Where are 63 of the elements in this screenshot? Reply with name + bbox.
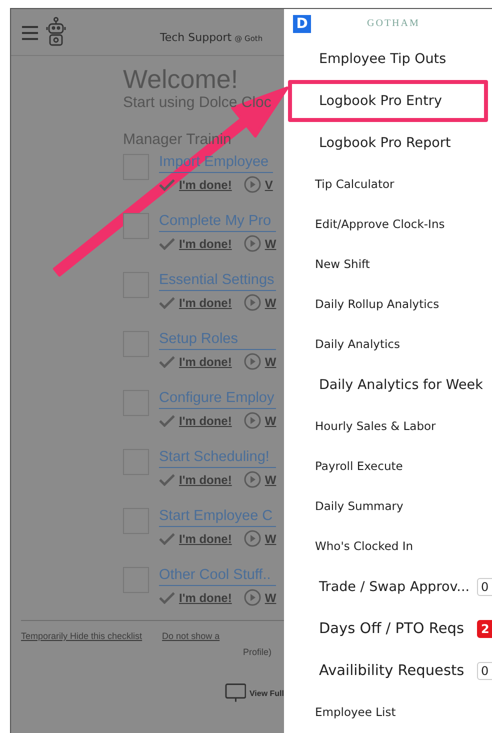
menu-item[interactable]: Trade / Swap Approv... 0: [284, 566, 492, 608]
menu-item[interactable]: Tip Calculator: [284, 164, 492, 204]
menu-item[interactable]: Logbook Pro Report: [284, 122, 492, 164]
play-icon: [244, 176, 261, 193]
menu-item[interactable]: Who's Clocked In: [284, 526, 492, 566]
menu-item[interactable]: Daily Rollup Analytics: [284, 284, 492, 324]
check-icon: [159, 356, 175, 368]
count-badge: 0: [477, 662, 492, 680]
view-full-site-link[interactable]: View Full: [249, 688, 284, 698]
profile-note: Profile): [243, 647, 273, 657]
dont-show-link[interactable]: Do not show a: [162, 631, 220, 641]
checkbox[interactable]: [123, 213, 149, 239]
play-icon: [244, 589, 261, 606]
play-icon: [244, 353, 261, 370]
video-link[interactable]: W: [264, 414, 276, 428]
done-link[interactable]: I'm done!: [179, 354, 232, 368]
done-link[interactable]: I'm done!: [179, 472, 232, 486]
done-link[interactable]: I'm done!: [179, 178, 232, 192]
check-icon: [159, 532, 175, 544]
user-name: Tech Support: [160, 30, 232, 44]
done-link[interactable]: I'm done!: [179, 590, 232, 604]
done-link[interactable]: I'm done!: [179, 296, 232, 310]
menu-item[interactable]: Employee List: [284, 692, 492, 732]
done-link[interactable]: I'm done!: [179, 236, 232, 250]
check-icon: [159, 592, 175, 604]
check-icon: [159, 178, 175, 190]
monitor-icon: [225, 683, 246, 703]
brand-logo: GOTHAM: [367, 18, 420, 29]
play-icon: [244, 471, 261, 488]
menu-item[interactable]: Hourly Sales & Labor: [284, 406, 492, 446]
video-link[interactable]: W: [264, 354, 276, 368]
highlighted-menu-item[interactable]: Logbook Pro Entry: [288, 80, 488, 122]
menu-icon[interactable]: [21, 25, 39, 41]
count-badge: 2: [477, 620, 492, 638]
check-icon: [159, 474, 175, 486]
count-badge: 0: [477, 578, 492, 596]
app-logo: D: [293, 14, 311, 32]
menu-item[interactable]: Days Off / PTO Reqs 2: [284, 608, 492, 650]
menu-item[interactable]: Daily Analytics: [284, 324, 492, 364]
done-link[interactable]: I'm done!: [179, 532, 232, 546]
check-icon: [159, 296, 175, 308]
video-link[interactable]: W: [264, 532, 276, 546]
play-icon: [244, 235, 261, 252]
video-link[interactable]: V: [264, 178, 273, 192]
video-link[interactable]: W: [264, 296, 276, 310]
play-icon: [244, 294, 261, 311]
done-link[interactable]: I'm done!: [179, 414, 232, 428]
menu-item[interactable]: New Shift: [284, 244, 492, 284]
menu-item[interactable]: Availibility Requests 0: [284, 650, 492, 692]
play-icon: [244, 530, 261, 547]
video-link[interactable]: W: [264, 236, 276, 250]
check-icon: [159, 238, 175, 250]
video-link[interactable]: W: [264, 472, 276, 486]
menu-item[interactable]: Payroll Execute: [284, 446, 492, 486]
hide-checklist-link[interactable]: Temporarily Hide this checklist: [21, 631, 142, 641]
menu-item[interactable]: Daily Analytics for Week: [284, 364, 492, 406]
menu-item[interactable]: Employee Tip Outs: [284, 38, 492, 80]
video-link[interactable]: W: [264, 590, 276, 604]
menu-item[interactable]: Edit/Approve Clock-Ins: [284, 204, 492, 244]
robot-icon: [46, 17, 66, 47]
check-icon: [159, 414, 175, 426]
menu-item[interactable]: Daily Summary: [284, 486, 492, 526]
play-icon: [244, 412, 261, 429]
